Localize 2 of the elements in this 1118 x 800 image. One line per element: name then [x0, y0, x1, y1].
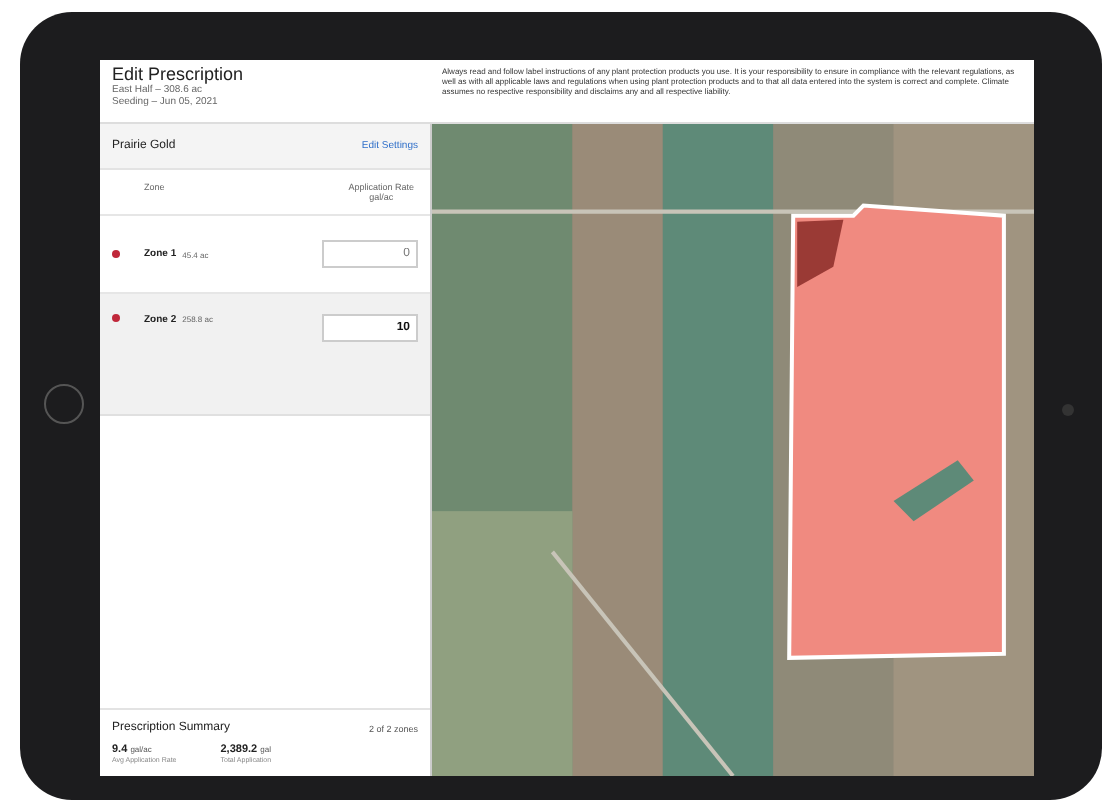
- page-title: Edit Prescription: [112, 64, 246, 84]
- home-button[interactable]: [44, 384, 84, 424]
